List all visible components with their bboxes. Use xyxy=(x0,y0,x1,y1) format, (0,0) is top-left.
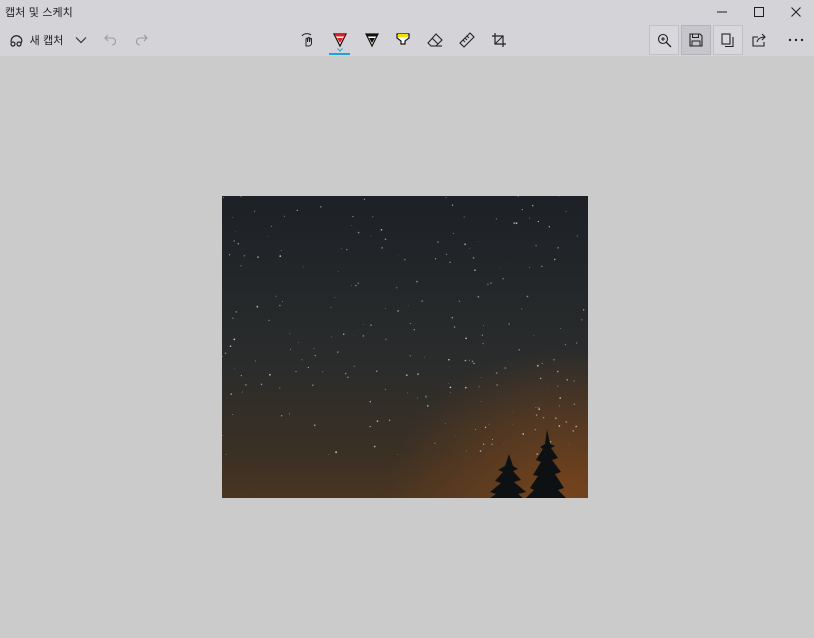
close-button[interactable] xyxy=(778,0,814,24)
touch-writing-icon xyxy=(301,33,312,47)
window-title: 캡처 및 스케치 xyxy=(5,6,73,19)
highlighter-icon xyxy=(396,33,410,45)
save-icon xyxy=(689,33,703,47)
undo-button[interactable] xyxy=(98,24,122,56)
active-tool-indicator xyxy=(329,53,350,55)
copy-button[interactable] xyxy=(713,25,743,55)
eraser-button[interactable] xyxy=(419,24,451,56)
ruler-button[interactable] xyxy=(451,24,483,56)
chevron-down-icon xyxy=(336,48,343,52)
toolbar: 새 캡처 xyxy=(0,24,814,56)
crop-button[interactable] xyxy=(483,24,515,56)
copy-icon xyxy=(721,32,734,47)
undo-icon xyxy=(104,34,117,46)
minimize-button[interactable] xyxy=(704,0,740,24)
new-capture-label: 새 캡처 xyxy=(29,34,64,47)
see-more-button[interactable] xyxy=(781,25,811,55)
captured-image[interactable] xyxy=(222,196,588,498)
zoom-button[interactable] xyxy=(649,25,679,55)
minimize-icon xyxy=(717,11,727,13)
share-button[interactable] xyxy=(745,25,775,55)
night-sky-photo xyxy=(222,196,588,498)
new-capture-dropdown[interactable] xyxy=(70,24,92,56)
zoom-in-icon xyxy=(657,33,671,47)
share-icon xyxy=(752,33,766,47)
eraser-icon xyxy=(427,33,443,47)
ballpoint-pen-button[interactable] xyxy=(323,24,356,56)
close-icon xyxy=(791,7,801,17)
new-capture-button[interactable]: 새 캡처 xyxy=(2,24,70,56)
redo-icon xyxy=(135,34,148,46)
touch-writing-button[interactable] xyxy=(292,24,324,56)
crop-icon xyxy=(492,33,506,47)
highlighter-button[interactable] xyxy=(387,24,419,56)
more-icon xyxy=(788,38,804,42)
save-button[interactable] xyxy=(681,25,711,55)
title-bar: 캡처 및 스케치 xyxy=(0,0,814,24)
chevron-down-icon xyxy=(75,37,87,44)
ballpoint-pen-icon xyxy=(332,33,347,48)
pencil-icon xyxy=(365,33,379,48)
ruler-icon xyxy=(459,32,475,48)
redo-button[interactable] xyxy=(130,24,154,56)
snip-icon xyxy=(9,35,22,47)
maximize-button[interactable] xyxy=(741,0,777,24)
pencil-button[interactable] xyxy=(356,24,388,56)
maximize-icon xyxy=(754,7,764,17)
